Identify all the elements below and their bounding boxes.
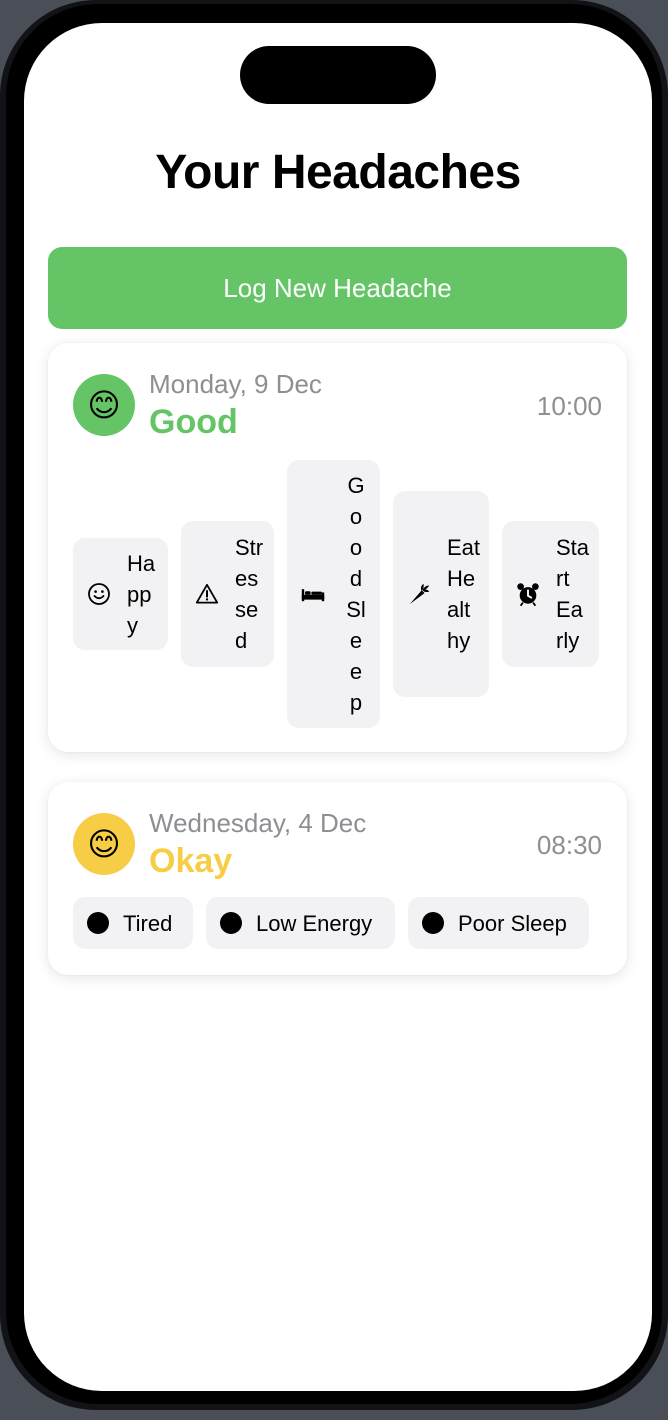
tag-label: Tired — [123, 910, 173, 936]
screen: Your Headaches Log New Headache 😊 Monday… — [24, 23, 652, 1391]
smiling-face-emoji-icon: 😊 — [87, 387, 121, 423]
tag-chip: Eat Healthy — [393, 491, 489, 697]
dot-icon — [422, 912, 444, 934]
dot-icon — [220, 912, 242, 934]
tag-chip: Good Sleep — [287, 460, 380, 728]
tag-label: Start Early — [556, 535, 590, 653]
phone-frame: Your Headaches Log New Headache 😊 Monday… — [0, 0, 668, 1410]
warning-triangle-icon — [195, 582, 219, 606]
tag-label: Low Energy — [256, 910, 373, 936]
tag-label: Happy — [127, 550, 156, 638]
entry-time: 08:30 — [536, 830, 602, 860]
alarm-clock-icon — [516, 582, 540, 606]
carrot-icon — [407, 582, 431, 606]
tag-label: Poor Sleep — [458, 910, 567, 936]
tag-chip: Low Energy — [206, 897, 395, 949]
entry-date: Wednesday, 4 Dec — [149, 808, 367, 838]
smiley-face-icon — [87, 582, 111, 606]
headache-entry-card[interactable]: 😊 Monday, 9 Dec Good 10:00 Happy Stresse… — [48, 343, 627, 752]
dot-icon — [87, 912, 109, 934]
entry-time: 10:00 — [536, 391, 602, 421]
smiling-face-emoji-icon: 😊 — [87, 826, 121, 862]
tag-chip: Start Early — [502, 521, 599, 667]
tag-label: Eat Healthy — [447, 535, 481, 653]
tag-label: Good Sleep — [346, 473, 366, 715]
tag-label: Stressed — [235, 535, 264, 653]
bed-icon — [301, 582, 325, 606]
log-new-headache-button[interactable]: Log New Headache — [48, 247, 627, 329]
tag-chip: Tired — [73, 897, 193, 949]
entry-date: Monday, 9 Dec — [149, 369, 322, 399]
headache-entry-card[interactable]: 😊 Wednesday, 4 Dec Okay 08:30 Tired Low … — [48, 782, 627, 975]
tag-chip: Stressed — [181, 521, 274, 667]
entry-mood: Good — [149, 403, 238, 441]
dynamic-island — [240, 46, 436, 104]
tag-chip: Poor Sleep — [408, 897, 589, 949]
page-title: Your Headaches — [155, 146, 521, 199]
mood-avatar: 😊 — [73, 813, 135, 875]
tag-chip: Happy — [73, 538, 168, 650]
phone-bezel: Your Headaches Log New Headache 😊 Monday… — [6, 4, 662, 1404]
mood-avatar: 😊 — [73, 374, 135, 436]
entry-mood: Okay — [149, 842, 233, 880]
